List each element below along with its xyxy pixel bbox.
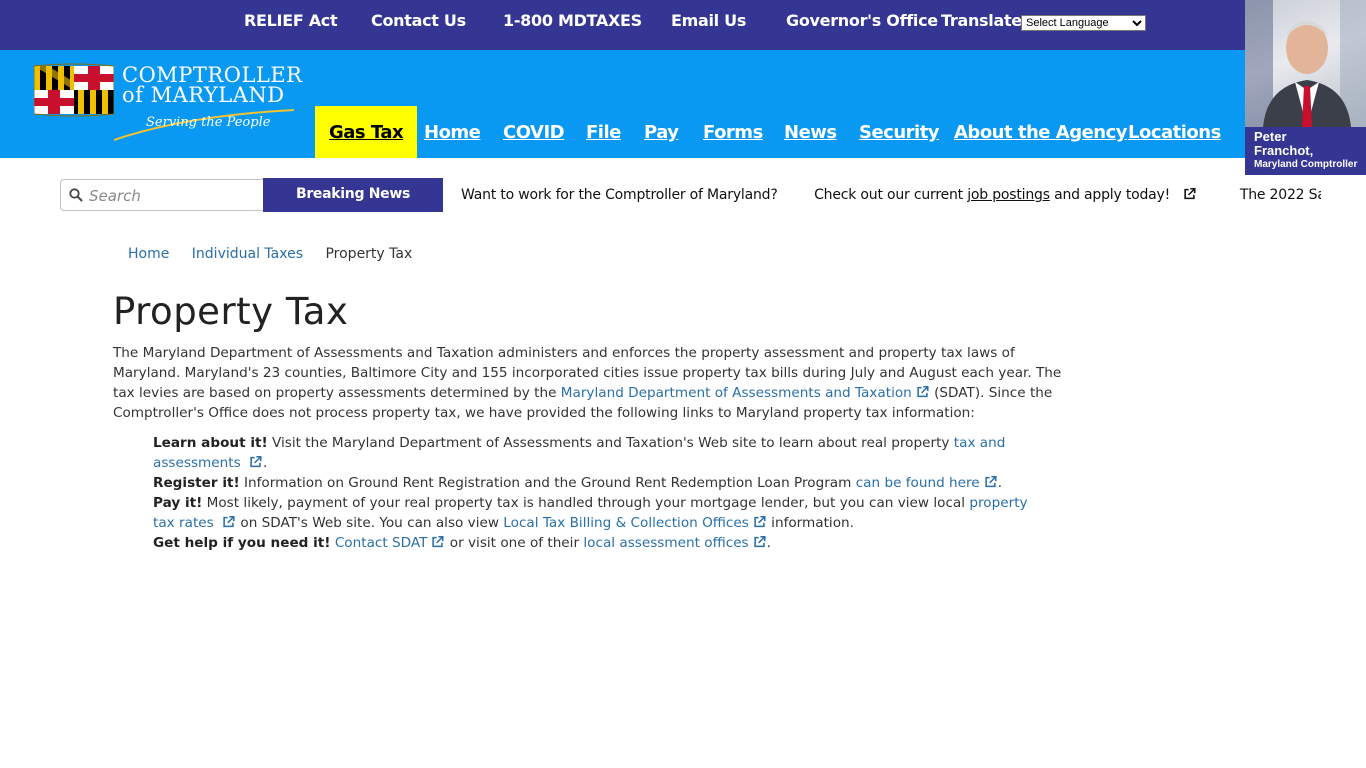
intro-paragraph: The Maryland Department of Assessments a… xyxy=(113,343,1063,423)
comptroller-photo-card[interactable]: Peter Franchot, Maryland Comptroller xyxy=(1245,0,1366,175)
ticker-text-1: Want to work for the Comptroller of Mary… xyxy=(461,187,778,203)
nav-news[interactable]: News xyxy=(784,106,837,158)
link-text: Local Tax Billing & Collection Offices xyxy=(503,515,749,531)
external-link-icon xyxy=(985,475,997,488)
language-select[interactable]: Select Language xyxy=(1021,15,1146,31)
link-text: Contact SDAT xyxy=(334,535,428,551)
ground-rent-link[interactable]: can be found here xyxy=(856,475,998,491)
list-item-after: . xyxy=(997,475,1003,491)
nav-locations[interactable]: Locations xyxy=(1128,106,1221,158)
breadcrumb-home[interactable]: Home xyxy=(128,246,169,262)
email-us-link[interactable]: Email Us xyxy=(671,11,746,30)
search-icon[interactable] xyxy=(69,188,83,202)
breadcrumb: Home Individual Taxes Property Tax xyxy=(128,246,430,262)
link-text: can be found here xyxy=(855,475,980,491)
comptroller-name: Peter Franchot, xyxy=(1254,129,1314,158)
page-title: Property Tax xyxy=(113,290,349,333)
nav-covid[interactable]: COVID xyxy=(503,106,565,158)
comptroller-logo[interactable]: COMPTROLLER of MARYLAND Serving the Peop… xyxy=(34,60,302,141)
ticker-text-4: The 2022 Sales and xyxy=(1239,187,1321,203)
search-input[interactable] xyxy=(89,185,259,207)
local-tax-billing-link[interactable]: Local Tax Billing & Collection Offices xyxy=(503,515,767,531)
external-link-icon xyxy=(250,455,262,468)
nav-file[interactable]: File xyxy=(586,106,621,158)
list-item-after: . xyxy=(766,535,771,551)
property-tax-links-list: Learn about it! Visit the Maryland Depar… xyxy=(153,433,1053,553)
search-box xyxy=(60,179,264,211)
list-item-lead: Pay it! xyxy=(153,495,203,511)
main-header: COMPTROLLER of MARYLAND Serving the Peop… xyxy=(0,50,1366,158)
maryland-flag-icon xyxy=(34,63,114,117)
ticker-text-3: and apply today! xyxy=(1054,187,1171,203)
list-item-lead: Learn about it! xyxy=(153,435,268,451)
nav-gas-tax[interactable]: Gas Tax xyxy=(315,106,418,158)
list-item-lead: Get help if you need it! xyxy=(153,535,331,551)
list-item-after: information. xyxy=(771,515,854,531)
external-link-icon xyxy=(432,535,444,548)
logo-tagline: Serving the People xyxy=(146,115,271,130)
list-item: Get help if you need it! Contact SDAT or… xyxy=(153,533,1053,553)
list-item-mid: on SDAT's Web site. You can also view xyxy=(240,515,499,531)
breaking-news-label: Breaking News xyxy=(263,178,443,212)
comptroller-photo xyxy=(1245,0,1366,127)
portrait-icon xyxy=(1245,0,1366,127)
nav-forms[interactable]: Forms xyxy=(703,106,763,158)
nav-home[interactable]: Home xyxy=(424,106,481,158)
relief-act-link[interactable]: RELIEF Act xyxy=(244,11,338,30)
phone-link[interactable]: 1-800 MDTAXES xyxy=(503,11,642,30)
comptroller-caption: Peter Franchot, Maryland Comptroller xyxy=(1245,127,1366,175)
nav-security[interactable]: Security xyxy=(859,106,940,158)
list-item: Pay it! Most likely, payment of your rea… xyxy=(153,493,1053,533)
external-link-icon xyxy=(754,515,766,528)
external-link-icon xyxy=(223,515,235,528)
comptroller-title: Maryland Comptroller xyxy=(1254,159,1358,170)
list-item-lead: Register it! xyxy=(153,475,240,491)
breadcrumb-individual-taxes[interactable]: Individual Taxes xyxy=(192,246,303,262)
nav-pay[interactable]: Pay xyxy=(644,106,679,158)
utility-bar: RELIEF Act Contact Us 1-800 MDTAXES Emai… xyxy=(0,0,1366,50)
sdat-link-text: Maryland Department of Assessments and T… xyxy=(560,385,912,401)
news-ticker: Want to work for the Comptroller of Mary… xyxy=(461,187,1321,211)
ticker-text-2: Check out our current xyxy=(814,187,963,203)
translate-label: Translate xyxy=(941,11,1022,30)
breadcrumb-current: Property Tax xyxy=(325,246,413,262)
nav-about-the-agency[interactable]: About the Agency xyxy=(954,106,1128,158)
list-item-text: Information on Ground Rent Registration … xyxy=(244,475,852,491)
list-item-after: . xyxy=(262,455,268,471)
local-assessment-offices-link[interactable]: local assessment offices xyxy=(583,535,766,551)
external-link-icon xyxy=(753,535,766,548)
external-link-icon xyxy=(1184,187,1196,200)
list-item-mid: or visit one of their xyxy=(449,535,580,551)
governors-office-link[interactable]: Governor's Office xyxy=(786,11,938,30)
list-item-text: Most likely, payment of your real proper… xyxy=(206,495,966,511)
job-postings-link[interactable]: job postings xyxy=(967,187,1050,203)
contact-sdat-link[interactable]: Contact SDAT xyxy=(335,535,446,551)
link-text: local assessment offices xyxy=(583,535,749,551)
contact-us-link[interactable]: Contact Us xyxy=(371,11,466,30)
external-link-icon xyxy=(917,385,929,398)
list-item-text: Visit the Maryland Department of Assessm… xyxy=(272,435,950,451)
list-item: Register it! Information on Ground Rent … xyxy=(153,473,1053,493)
list-item: Learn about it! Visit the Maryland Depar… xyxy=(153,433,1053,473)
sdat-link[interactable]: Maryland Department of Assessments and T… xyxy=(561,385,930,401)
